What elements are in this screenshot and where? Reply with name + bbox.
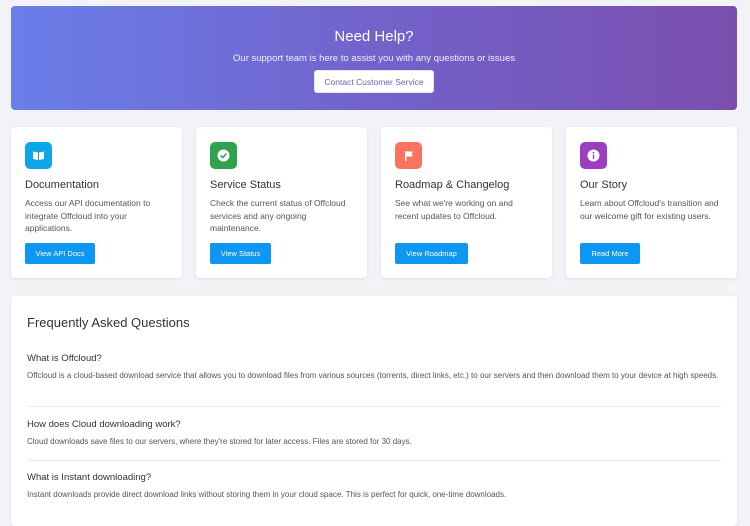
faq-section: Frequently Asked Questions What is Offcl…: [11, 296, 737, 526]
card-title: Documentation: [25, 179, 99, 191]
card-description: Check the current status of Offcloud ser…: [210, 198, 346, 234]
card-description: See what we're working on and recent upd…: [395, 198, 513, 221]
contact-customer-service-button[interactable]: Contact Customer Service: [314, 70, 434, 93]
documentation-card: Documentation Access our API documentati…: [11, 127, 182, 278]
check-icon: [210, 142, 237, 169]
faq-answer: Cloud downloads save files to our server…: [27, 437, 412, 446]
faq-question[interactable]: What is Instant downloading?: [27, 472, 151, 483]
card-description: Access our API documentation to integrat…: [25, 198, 151, 234]
card-description: Learn about Offcloud's transition and ou…: [580, 198, 719, 221]
roadmap-card: Roadmap & Changelog See what we're worki…: [381, 127, 552, 278]
faq-answer: Instant downloads provide direct downloa…: [27, 490, 507, 499]
our-story-card: Our Story Learn about Offcloud's transit…: [566, 127, 737, 278]
card-title: Our Story: [580, 179, 628, 191]
hero-subtitle: Our support team is here to assist you w…: [233, 53, 515, 64]
view-api-docs-button[interactable]: View API Docs: [25, 243, 95, 264]
view-status-button[interactable]: View Status: [210, 243, 271, 264]
card-title: Service Status: [210, 179, 281, 191]
book-icon: [25, 142, 52, 169]
faq-divider: [27, 460, 721, 461]
card-title: Roadmap & Changelog: [395, 179, 510, 191]
faq-question[interactable]: What is Offcloud?: [27, 353, 102, 364]
faq-answer: Offcloud is a cloud-based download servi…: [27, 371, 719, 380]
faq-title: Frequently Asked Questions: [27, 315, 190, 330]
flag-icon: [395, 142, 422, 169]
help-hero-banner: Need Help? Our support team is here to a…: [11, 6, 737, 110]
view-roadmap-button[interactable]: View Roadmap: [395, 243, 468, 264]
faq-divider: [27, 406, 721, 407]
service-status-card: Service Status Check the current status …: [196, 127, 367, 278]
info-icon: [580, 142, 607, 169]
hero-title: Need Help?: [334, 28, 414, 45]
faq-question[interactable]: How does Cloud downloading work?: [27, 419, 181, 430]
read-more-button[interactable]: Read More: [580, 243, 640, 264]
